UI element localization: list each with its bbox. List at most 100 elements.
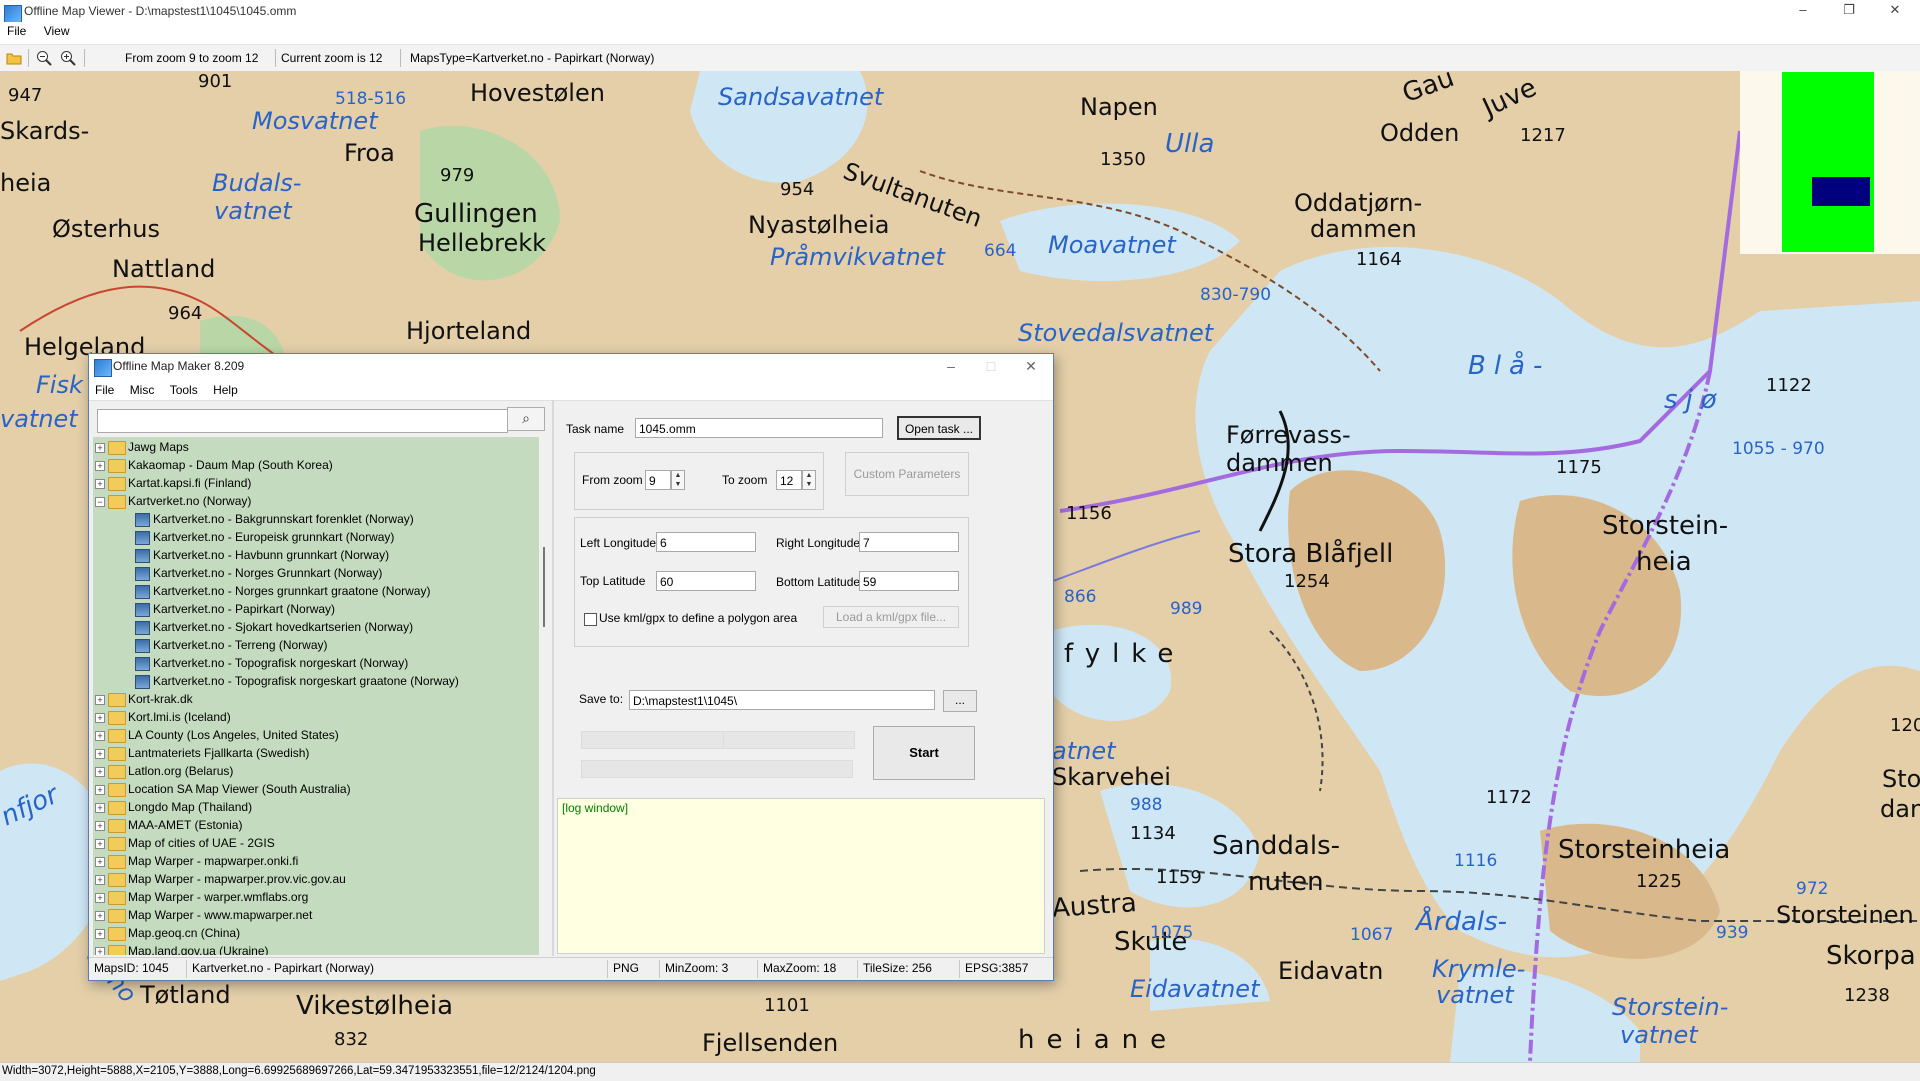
expand-icon[interactable]: +	[95, 749, 105, 759]
map-label: 979	[440, 165, 475, 186]
kml-polygon-checkbox[interactable]	[584, 613, 597, 626]
bottom-latitude-input[interactable]: 59	[859, 571, 959, 591]
expand-icon[interactable]: +	[95, 929, 105, 939]
tree-scrollbar-thumb[interactable]	[543, 547, 545, 627]
minimize-button[interactable]: –	[1780, 0, 1826, 22]
log-window[interactable]: [log window]	[557, 798, 1045, 954]
right-longitude-input[interactable]: 7	[859, 532, 959, 552]
open-folder-icon[interactable]	[6, 50, 22, 66]
map-label: Storsteinen	[1776, 901, 1914, 929]
status-divider	[659, 960, 660, 978]
save-to-input[interactable]: D:\mapstest1\1045\	[629, 690, 935, 710]
expand-icon[interactable]: +	[95, 947, 105, 955]
main-menubar: File View	[0, 22, 1920, 42]
dialog-menu-help[interactable]: Help	[207, 380, 244, 400]
custom-parameters-button[interactable]: Custom Parameters	[845, 452, 969, 496]
dialog-close-button[interactable]: ✕	[1011, 356, 1051, 378]
load-kml-button[interactable]: Load a kml/gpx file...	[823, 606, 959, 628]
folder-icon	[108, 729, 126, 743]
tree-item-label: Kort.lmi.is (Iceland)	[128, 710, 231, 724]
map-label: 120	[1890, 715, 1920, 736]
map-source-tree[interactable]: + Jawg Maps + Kakaomap - Daum Map (South Ko…	[93, 437, 539, 955]
expand-icon[interactable]: +	[95, 479, 105, 489]
expand-icon[interactable]: +	[95, 803, 105, 813]
folder-icon	[108, 459, 126, 473]
dialog-menu-misc[interactable]: Misc	[124, 380, 161, 400]
menu-view[interactable]: View	[37, 22, 77, 40]
tree-scrollbar[interactable]	[541, 437, 551, 955]
expand-icon[interactable]: +	[95, 857, 105, 867]
expand-icon[interactable]: +	[95, 767, 105, 777]
restore-button[interactable]: ❐	[1826, 0, 1872, 22]
expand-icon[interactable]: +	[95, 785, 105, 795]
map-label: dammen	[1226, 449, 1333, 477]
expand-icon[interactable]: +	[95, 695, 105, 705]
map-label: Fjellsenden	[702, 1029, 839, 1057]
expand-icon[interactable]: +	[95, 893, 105, 903]
status-divider	[186, 960, 187, 978]
from-zoom-spinner[interactable]: ▲ ▼	[671, 470, 685, 490]
overview-viewport[interactable]	[1812, 177, 1870, 206]
browse-button[interactable]: ...	[943, 690, 977, 712]
bottom-latitude-label: Bottom Latitude	[776, 575, 861, 589]
open-task-button[interactable]: Open task ...	[897, 416, 981, 440]
close-button[interactable]: ✕	[1872, 0, 1918, 22]
folder-icon	[108, 711, 126, 725]
zoom-out-icon[interactable]	[36, 50, 52, 66]
map-label: vatnet	[1620, 1021, 1698, 1049]
from-zoom-input[interactable]: 9	[645, 470, 671, 490]
map-label: Årdals-	[1416, 907, 1508, 937]
map-label: nuten	[1248, 867, 1324, 897]
log-text: [log window]	[562, 801, 629, 815]
map-label: 1134	[1130, 823, 1176, 844]
map-label: fylke	[1064, 639, 1186, 669]
folder-open-icon	[108, 495, 126, 509]
expand-icon[interactable]: +	[95, 911, 105, 921]
map-label: vatnet	[0, 405, 78, 433]
start-button[interactable]: Start	[873, 726, 975, 780]
folder-icon	[108, 477, 126, 491]
map-label: 1156	[1066, 503, 1112, 524]
zoom-in-icon[interactable]	[60, 50, 76, 66]
panel-splitter[interactable]	[552, 400, 554, 956]
dialog-menu-tools[interactable]: Tools	[164, 380, 204, 400]
progress-bar-1	[581, 731, 733, 749]
map-label: 1122	[1766, 375, 1812, 396]
expand-icon[interactable]: +	[95, 461, 105, 471]
map-label: 988	[1130, 795, 1163, 815]
menu-file[interactable]: File	[0, 22, 33, 40]
top-latitude-input[interactable]: 60	[656, 571, 756, 591]
to-zoom-spinner[interactable]: ▲ ▼	[802, 470, 816, 490]
search-button[interactable]: ⌕	[507, 407, 545, 431]
task-name-input[interactable]: 1045.omm	[635, 418, 883, 438]
log-scrollbar[interactable]	[1045, 798, 1051, 954]
map-label: 964	[168, 303, 203, 324]
dialog-menu-file[interactable]: File	[89, 380, 120, 400]
dialog-titlebar: Offline Map Maker 8.209 – □ ✕	[89, 354, 1053, 380]
map-label: Vikestølheia	[296, 991, 454, 1021]
dialog-maximize-button[interactable]: □	[971, 356, 1011, 378]
map-label: 954	[780, 179, 815, 200]
map-label: 1101	[764, 995, 810, 1016]
expand-icon[interactable]: +	[95, 443, 105, 453]
collapse-icon[interactable]: −	[95, 497, 105, 507]
dialog-minimize-button[interactable]: –	[931, 356, 971, 378]
overview-minimap[interactable]	[1740, 71, 1920, 254]
left-longitude-input[interactable]: 6	[656, 532, 756, 552]
expand-icon[interactable]: +	[95, 731, 105, 741]
map-label: sjø	[1664, 385, 1725, 415]
expand-icon[interactable]: +	[95, 875, 105, 885]
map-label: Hellebrekk	[418, 229, 547, 257]
progress-bar-2	[723, 731, 855, 749]
expand-icon[interactable]: +	[95, 713, 105, 723]
expand-icon[interactable]: +	[95, 839, 105, 849]
expand-icon[interactable]: +	[95, 821, 105, 831]
main-toolbar: From zoom 9 to zoom 12 Current zoom is 1…	[0, 44, 1920, 72]
dialog-app-icon	[94, 359, 112, 377]
app-map-icon	[4, 5, 22, 23]
map-label: Oddatjørn-	[1294, 189, 1423, 217]
map-search-input[interactable]	[97, 409, 508, 433]
to-zoom-input[interactable]: 12	[776, 470, 802, 490]
tree-item-label: Kartat.kapsi.fi (Finland)	[128, 476, 252, 490]
map-label: Stor	[1882, 765, 1920, 793]
